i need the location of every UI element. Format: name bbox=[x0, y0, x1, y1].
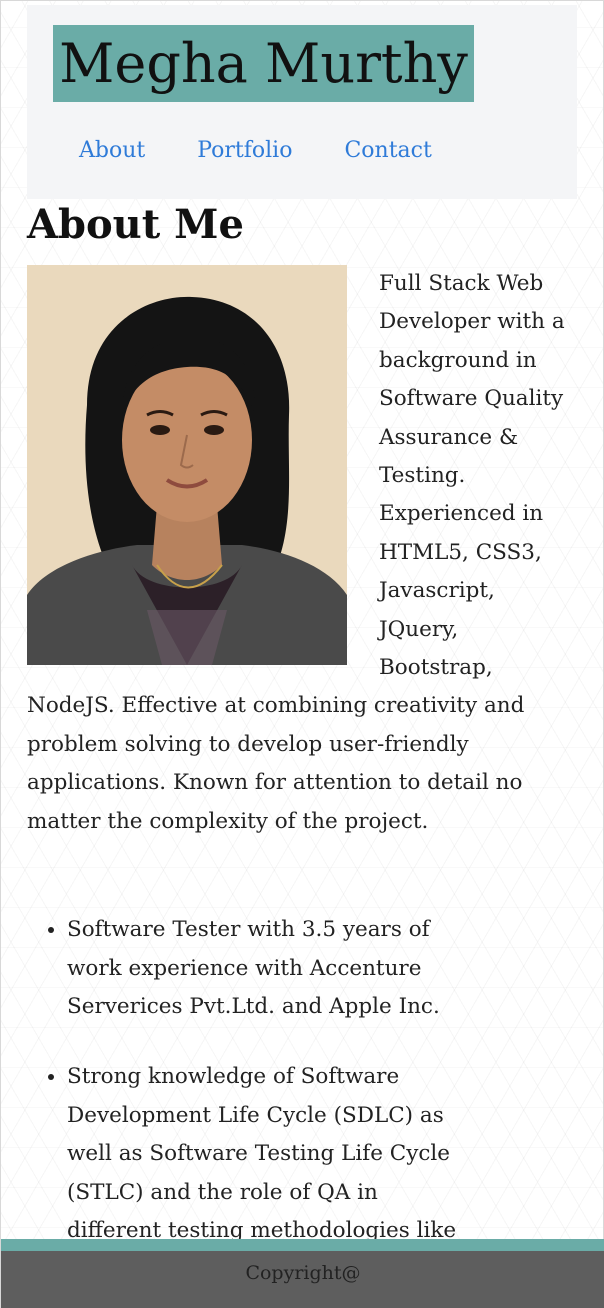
site-footer: Copyright@ bbox=[1, 1251, 604, 1308]
nav-link-contact[interactable]: Contact bbox=[344, 138, 431, 163]
profile-photo bbox=[27, 265, 347, 665]
nav-link-about[interactable]: About bbox=[79, 138, 145, 163]
footer-accent-bar bbox=[1, 1239, 604, 1251]
copyright-text: Copyright@ bbox=[245, 1262, 361, 1284]
list-item: Strong knowledge of Software Development… bbox=[67, 1058, 467, 1250]
list-item: Software Tester with 3.5 years of work e… bbox=[67, 911, 467, 1026]
skills-list: Software Tester with 3.5 years of work e… bbox=[27, 911, 467, 1250]
nav-link-portfolio[interactable]: Portfolio bbox=[197, 138, 292, 163]
site-header: Megha Murthy About Portfolio Contact bbox=[27, 5, 577, 199]
site-title: Megha Murthy bbox=[53, 25, 474, 102]
main-nav: About Portfolio Contact bbox=[79, 138, 484, 163]
about-content: Full Stack Web Developer with a backgrou… bbox=[27, 265, 577, 1282]
section-title: About Me bbox=[27, 201, 244, 248]
